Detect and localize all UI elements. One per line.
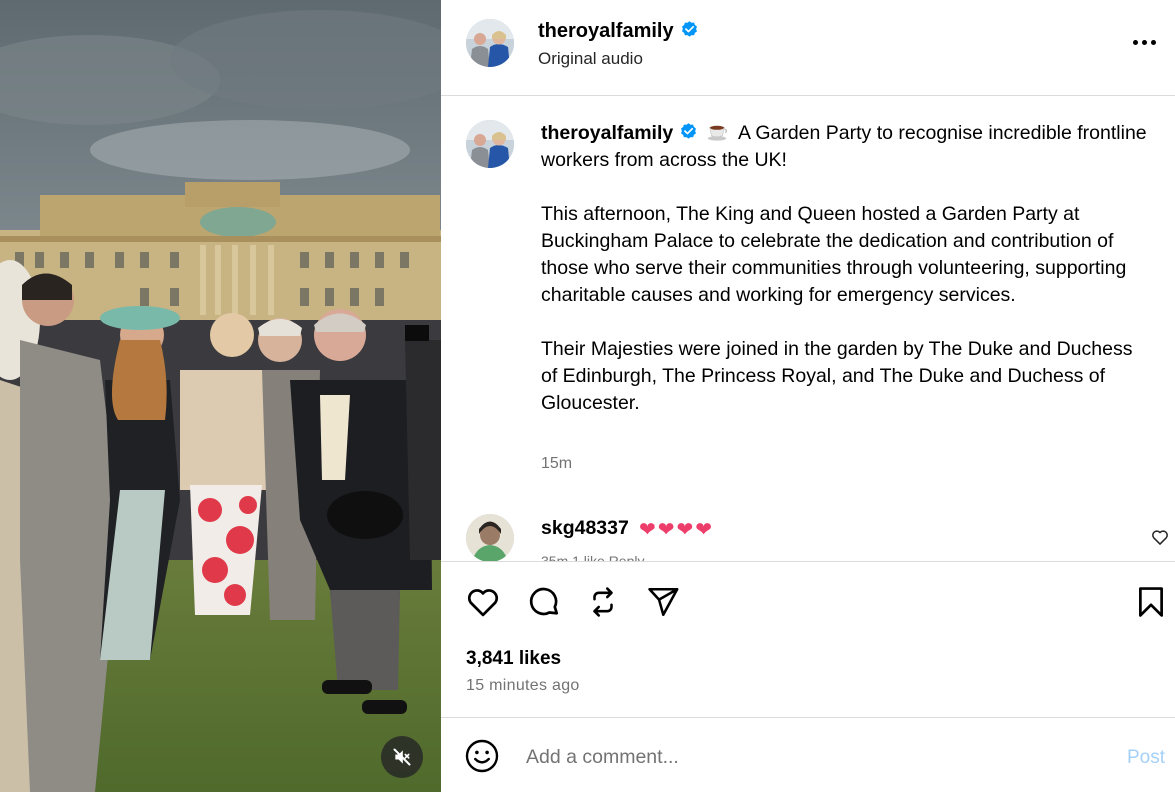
repost-icon (593, 587, 613, 617)
post-caption: theroyalfamily A Garden Party to recogni… (541, 120, 1151, 417)
like-comment-heart-icon[interactable] (1150, 527, 1170, 547)
avatar-image (466, 120, 514, 168)
save-button[interactable] (1133, 584, 1169, 620)
speaker-muted-icon (393, 748, 411, 766)
bookmark-icon (1139, 587, 1163, 617)
comment-meta: 35m 1 like Reply (541, 553, 645, 561)
mute-toggle-button[interactable] (381, 736, 423, 778)
verified-badge-icon (681, 123, 697, 139)
comment-text: ❤❤❤❤ (639, 519, 715, 541)
post-author-username[interactable]: theroyalfamily (538, 19, 699, 43)
repost-button[interactable] (585, 584, 621, 620)
comment-button[interactable] (526, 584, 562, 620)
more-options-button[interactable] (1127, 30, 1161, 54)
comment-bubble-icon (529, 587, 559, 616)
comments-section[interactable]: theroyalfamily A Garden Party to recogni… (441, 97, 1175, 561)
comment-input[interactable] (526, 742, 1086, 772)
comment-composer: Post (441, 717, 1175, 792)
post-comment-button[interactable]: Post (1127, 747, 1165, 769)
caption-paragraph-2: This afternoon, The King and Queen hoste… (541, 203, 1127, 306)
media-image (0, 0, 441, 792)
post-actions: 3,841 likes 15 minutes ago (441, 561, 1175, 717)
more-dot-icon (1150, 39, 1156, 45)
comment-username[interactable]: skg48337 (541, 517, 629, 540)
verified-badge-icon (681, 21, 697, 37)
emoji-smiley-icon[interactable] (464, 738, 500, 774)
heart-icon (467, 589, 499, 617)
like-button[interactable] (465, 584, 501, 620)
more-dot-icon (1141, 39, 1147, 45)
send-paper-plane-icon (648, 587, 679, 617)
post-detail-panel: theroyalfamily Original audio theroyalfa… (441, 0, 1175, 792)
more-dot-icon (1132, 39, 1138, 45)
audio-link[interactable]: Original audio (538, 48, 643, 70)
avatar-image (466, 19, 514, 67)
avatar[interactable] (466, 120, 514, 168)
caption-paragraph-3: Their Majesties were joined in the garde… (541, 338, 1133, 414)
avatar[interactable] (466, 514, 514, 561)
caption-timestamp[interactable]: 15m (541, 455, 572, 473)
username-link[interactable]: theroyalfamily (538, 20, 674, 42)
caption-username[interactable]: theroyalfamily (541, 122, 673, 144)
likes-count[interactable]: 3,841 likes (466, 648, 561, 670)
post-media[interactable] (0, 0, 441, 792)
teacup-emoji-icon (707, 125, 727, 141)
post-timestamp: 15 minutes ago (466, 677, 580, 694)
share-button[interactable] (645, 584, 681, 620)
avatar[interactable] (466, 19, 514, 67)
avatar-image (466, 514, 514, 561)
post-header: theroyalfamily Original audio (441, 0, 1175, 96)
